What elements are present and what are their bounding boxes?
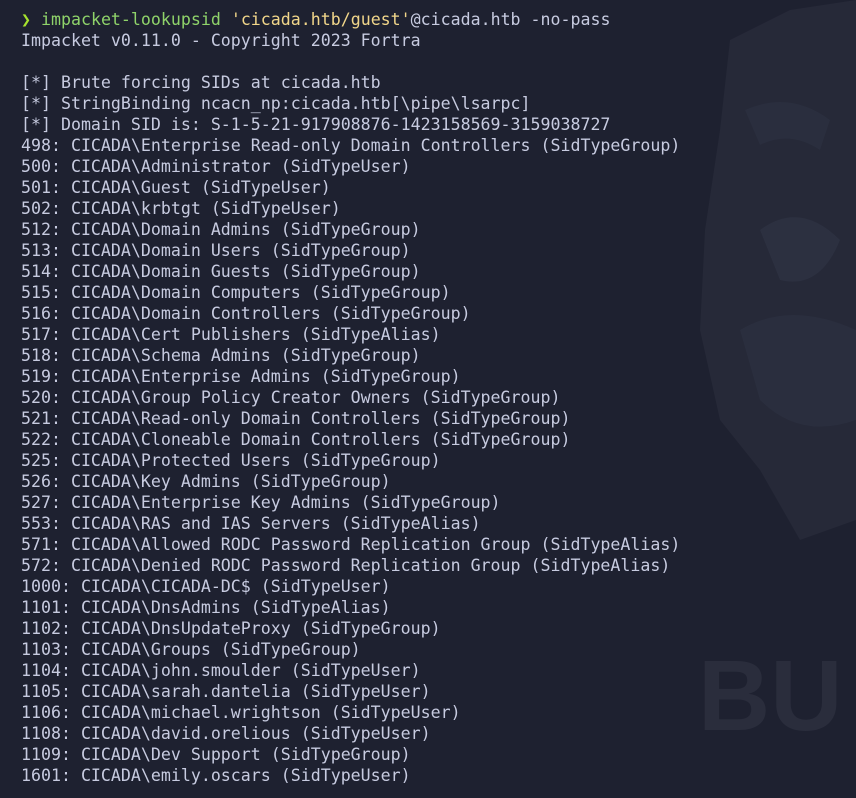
output-line: 1000: CICADA\CICADA-DC$ (SidTypeUser) (21, 577, 391, 596)
output-lines: Impacket v0.11.0 - Copyright 2023 Fortra… (21, 30, 680, 786)
output-line: 1103: CICADA\Groups (SidTypeGroup) (21, 640, 361, 659)
output-line: 516: CICADA\Domain Controllers (SidTypeG… (21, 304, 471, 323)
output-line: 502: CICADA\krbtgt (SidTypeUser) (21, 199, 341, 218)
output-line: 1102: CICADA\DnsUpdateProxy (SidTypeGrou… (21, 619, 441, 638)
tiger-mascot-icon (700, 0, 856, 540)
output-line: 501: CICADA\Guest (SidTypeUser) (21, 178, 331, 197)
output-line: [*] Domain SID is: S-1-5-21-917908876-14… (21, 115, 611, 134)
command-program: impacket-lookupsid (41, 10, 221, 29)
output-line: 522: CICADA\Cloneable Domain Controllers… (21, 430, 571, 449)
output-line: 513: CICADA\Domain Users (SidTypeGroup) (21, 241, 411, 260)
watermark-text: BU (698, 640, 842, 752)
output-line: 1101: CICADA\DnsAdmins (SidTypeAlias) (21, 598, 391, 617)
output-line: 525: CICADA\Protected Users (SidTypeGrou… (21, 451, 441, 470)
output-line: 519: CICADA\Enterprise Admins (SidTypeGr… (21, 367, 461, 386)
command-target-string: 'cicada.htb/guest' (230, 10, 411, 29)
output-line: [*] Brute forcing SIDs at cicada.htb (21, 73, 381, 92)
output-line: 517: CICADA\Cert Publishers (SidTypeAlia… (21, 325, 441, 344)
output-line: 526: CICADA\Key Admins (SidTypeGroup) (21, 472, 391, 491)
command-line: ❯ impacket-lookupsid 'cicada.htb/guest'@… (21, 9, 680, 30)
output-line: Impacket v0.11.0 - Copyright 2023 Fortra (21, 31, 421, 50)
output-line: [*] StringBinding ncacn_np:cicada.htb[\p… (21, 94, 531, 113)
output-line: 527: CICADA\Enterprise Key Admins (SidTy… (21, 493, 501, 512)
output-line: 1108: CICADA\david.orelious (SidTypeUser… (21, 724, 431, 743)
output-line: 515: CICADA\Domain Computers (SidTypeGro… (21, 283, 451, 302)
output-line: 553: CICADA\RAS and IAS Servers (SidType… (21, 514, 481, 533)
output-line: 521: CICADA\Read-only Domain Controllers… (21, 409, 571, 428)
output-line: 518: CICADA\Schema Admins (SidTypeGroup) (21, 346, 421, 365)
output-line: 512: CICADA\Domain Admins (SidTypeGroup) (21, 220, 421, 239)
terminal-output: ❯ impacket-lookupsid 'cicada.htb/guest'@… (21, 9, 680, 786)
output-line: 1109: CICADA\Dev Support (SidTypeGroup) (21, 745, 411, 764)
prompt-symbol: ❯ (21, 10, 31, 29)
output-line: 1105: CICADA\sarah.dantelia (SidTypeUser… (21, 682, 431, 701)
output-line: 1106: CICADA\michael.wrightson (SidTypeU… (21, 703, 461, 722)
output-line: 571: CICADA\Allowed RODC Password Replic… (21, 535, 681, 554)
output-line: 1104: CICADA\john.smoulder (SidTypeUser) (21, 661, 421, 680)
output-line: 520: CICADA\Group Policy Creator Owners … (21, 388, 561, 407)
output-line: 500: CICADA\Administrator (SidTypeUser) (21, 157, 411, 176)
output-line: 498: CICADA\Enterprise Read-only Domain … (21, 136, 681, 155)
output-line: 1601: CICADA\emily.oscars (SidTypeUser) (21, 766, 411, 785)
command-args: @cicada.htb -no-pass (410, 10, 611, 29)
terminal-window[interactable]: BU ❯ impacket-lookupsid 'cicada.htb/gues… (0, 0, 856, 798)
output-line: 572: CICADA\Denied RODC Password Replica… (21, 556, 671, 575)
output-line: 514: CICADA\Domain Guests (SidTypeGroup) (21, 262, 421, 281)
